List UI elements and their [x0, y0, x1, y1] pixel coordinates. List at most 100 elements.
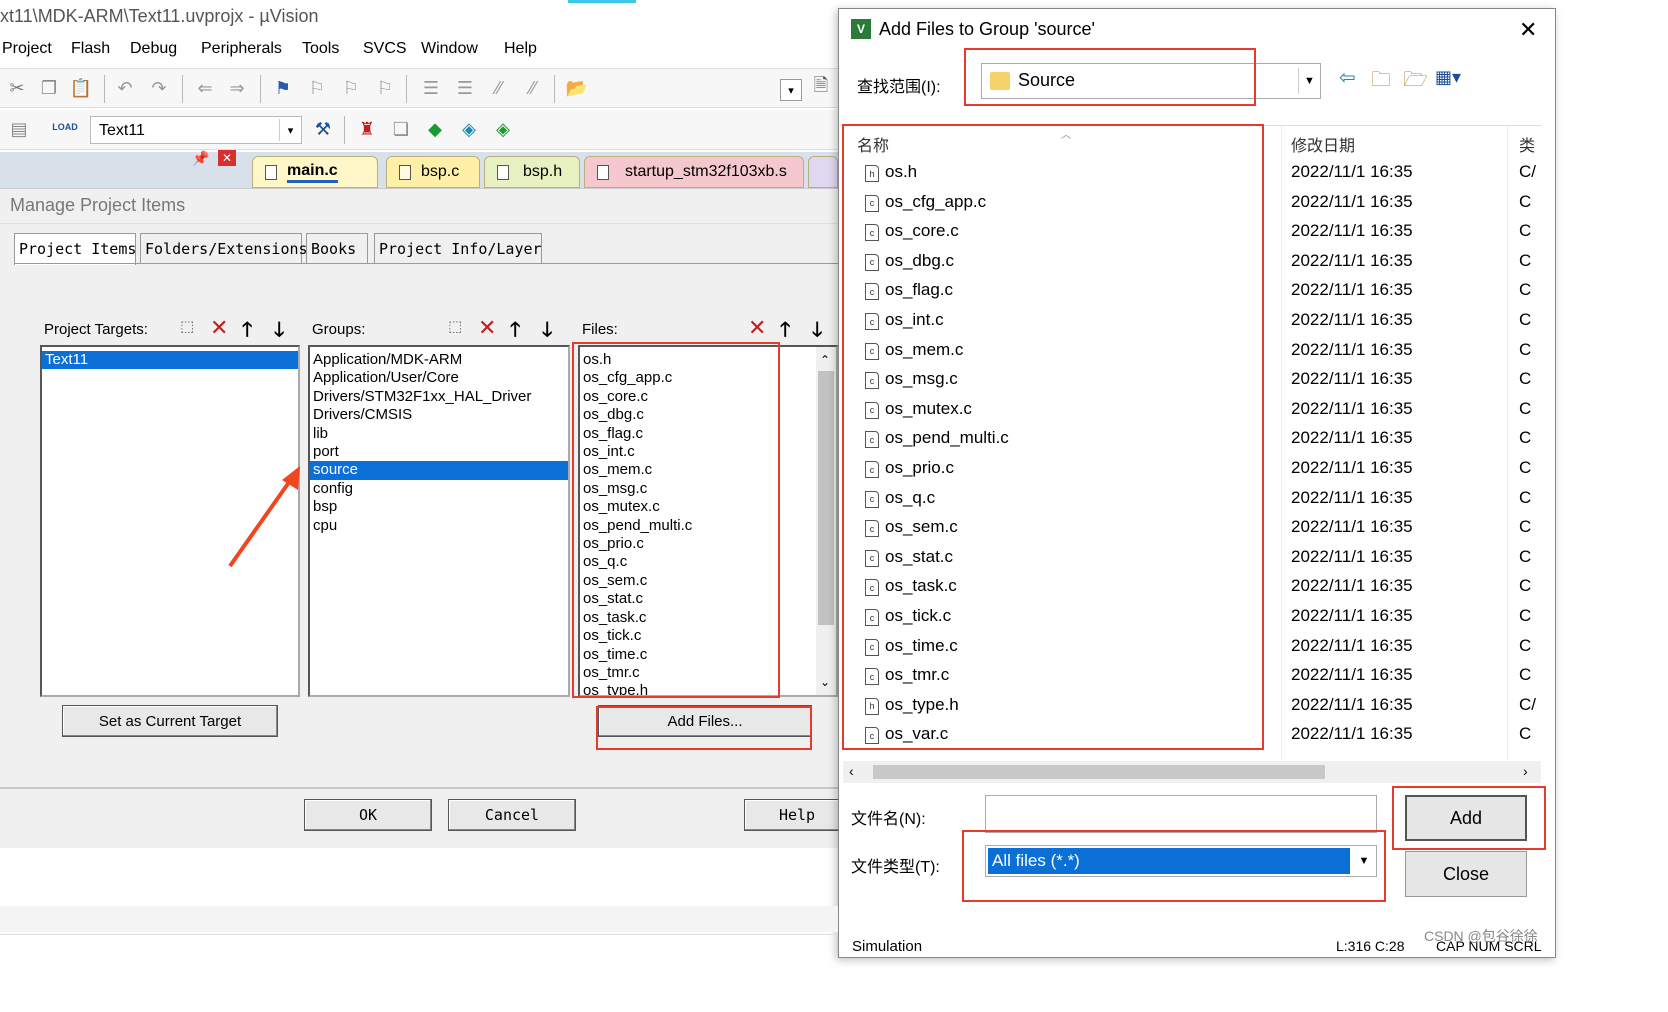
list-item[interactable]: os_q.c — [580, 553, 836, 571]
file-row[interactable]: c os_tick.c 2022/11/1 16:35 C — [843, 603, 1541, 633]
list-item[interactable]: config — [310, 480, 568, 498]
target-options-icon[interactable]: ⚒ — [310, 116, 336, 142]
files-list[interactable]: os.h os_cfg_app.c os_core.c os_dbg.c os_… — [578, 345, 838, 697]
list-item[interactable]: os_type.h — [580, 682, 836, 695]
target-select[interactable]: Text11 ▾ — [90, 116, 302, 144]
tab-more[interactable] — [808, 156, 838, 188]
cut-icon[interactable]: ✂ — [4, 75, 30, 101]
scrollbar-thumb[interactable] — [873, 765, 1325, 779]
list-item[interactable]: port — [310, 443, 568, 461]
list-item[interactable]: os_stat.c — [580, 590, 836, 608]
file-row[interactable]: c os_time.c 2022/11/1 16:35 C — [843, 633, 1541, 663]
file-row[interactable]: c os_task.c 2022/11/1 16:35 C — [843, 573, 1541, 603]
list-item[interactable]: os_cfg_app.c — [580, 369, 836, 387]
menu-svcs[interactable]: SVCS — [363, 40, 407, 58]
batch-build-icon[interactable]: ▤ — [6, 116, 32, 142]
unindent-icon[interactable]: ☰ — [452, 75, 478, 101]
select-packs-icon[interactable]: ◈ — [456, 116, 482, 142]
cancel-button[interactable]: Cancel — [448, 799, 576, 831]
bookmark-prev-icon[interactable]: ⚐ — [304, 75, 330, 101]
menu-debug[interactable]: Debug — [130, 40, 177, 58]
list-item[interactable]: os_task.c — [580, 609, 836, 627]
file-row[interactable]: c os_pend_multi.c 2022/11/1 16:35 C — [843, 425, 1541, 455]
file-row[interactable]: c os_mem.c 2022/11/1 16:35 C — [843, 337, 1541, 367]
list-item[interactable]: os_mem.c — [580, 461, 836, 479]
file-row[interactable]: c os_var.c 2022/11/1 16:35 C — [843, 721, 1541, 751]
list-item[interactable]: bsp — [310, 498, 568, 516]
list-item[interactable]: os_prio.c — [580, 535, 836, 553]
list-item[interactable]: os_dbg.c — [580, 406, 836, 424]
move-down-icon[interactable]: 🡓 — [542, 315, 552, 349]
move-down-icon[interactable]: 🡓 — [274, 315, 284, 349]
menu-project[interactable]: Project — [2, 40, 52, 58]
list-item[interactable]: os_int.c — [580, 443, 836, 461]
menu-flash[interactable]: Flash — [71, 40, 110, 58]
menu-peripherals[interactable]: Peripherals — [201, 40, 282, 58]
list-item[interactable]: Application/MDK-ARM — [310, 351, 568, 369]
close-icon[interactable]: ✕ — [218, 150, 236, 166]
tab-folders-extensions[interactable]: Folders/Extensions — [140, 233, 308, 263]
bookmark-next-icon[interactable]: ⚐ — [338, 75, 364, 101]
copy-icon[interactable]: ❐ — [36, 75, 62, 101]
back-arrow-icon[interactable]: ⇦ — [1339, 65, 1356, 90]
menu-window[interactable]: Window — [421, 40, 478, 58]
list-item[interactable]: lib — [310, 425, 568, 443]
scroll-left-icon[interactable]: ‹ — [849, 763, 854, 779]
pack-installer-icon[interactable]: ◆ — [422, 116, 448, 142]
file-row[interactable]: c os_msg.c 2022/11/1 16:35 C — [843, 366, 1541, 396]
view-menu-icon[interactable]: ▦▾ — [1435, 67, 1461, 88]
files-scrollbar[interactable]: ⌃ ⌄ — [816, 347, 836, 695]
filename-input[interactable] — [985, 795, 1377, 833]
column-date[interactable]: 修改日期 — [1291, 132, 1355, 156]
scrollbar-thumb[interactable] — [818, 371, 834, 625]
paste-icon[interactable]: 📋 — [68, 75, 94, 101]
scroll-up-icon[interactable]: ⌃ — [820, 351, 830, 369]
manage-project-items-icon[interactable]: ♜ — [354, 116, 380, 142]
list-item[interactable]: Application/User/Core — [310, 369, 568, 387]
look-in-select[interactable]: Source ▼ — [981, 63, 1321, 99]
list-item[interactable]: os_sem.c — [580, 572, 836, 590]
up-folder-icon[interactable]: 🗀 — [1371, 65, 1391, 99]
manage-rte-icon[interactable]: ◈ — [490, 116, 516, 142]
tab-bsp-h[interactable]: bsp.h — [484, 156, 580, 188]
file-row[interactable]: c os_mutex.c 2022/11/1 16:35 C — [843, 396, 1541, 426]
list-item[interactable]: os_pend_multi.c — [580, 517, 836, 535]
list-item[interactable]: Drivers/STM32F1xx_HAL_Driver — [310, 388, 568, 406]
tab-startup-s[interactable]: startup_stm32f103xb.s — [584, 156, 804, 188]
new-group-icon[interactable]: ⬚ — [448, 317, 472, 341]
new-target-icon[interactable]: ⬚ — [180, 317, 204, 341]
file-list[interactable]: 名称 ︿ 修改日期 类 h os.h 2022/11/1 16:35 C/c os_cf… — [843, 125, 1541, 760]
tab-books[interactable]: Books — [306, 233, 368, 263]
open-folder-icon[interactable]: 📂 — [564, 75, 590, 101]
filetype-select[interactable]: All files (*.*) ▼ — [985, 845, 1377, 877]
help-button[interactable]: Help — [744, 799, 850, 831]
bookmark-icon[interactable]: ⚑ — [270, 75, 296, 101]
nav-forward-icon[interactable]: ⇒ — [224, 75, 250, 101]
list-item[interactable]: os_tick.c — [580, 627, 836, 645]
list-item[interactable]: os_tmr.c — [580, 664, 836, 682]
add-button[interactable]: Add — [1405, 795, 1527, 841]
bookmark-clear-icon[interactable]: ⚐ — [372, 75, 398, 101]
file-row[interactable]: c os_core.c 2022/11/1 16:35 C — [843, 218, 1541, 248]
list-item[interactable]: os_core.c — [580, 388, 836, 406]
list-item[interactable]: os_mutex.c — [580, 498, 836, 516]
file-row[interactable]: c os_cfg_app.c 2022/11/1 16:35 C — [843, 189, 1541, 219]
tab-bsp-c[interactable]: bsp.c — [386, 156, 480, 188]
scroll-right-icon[interactable]: › — [1523, 763, 1528, 779]
list-item[interactable]: os_flag.c — [580, 425, 836, 443]
list-item-selected[interactable]: source — [310, 461, 568, 480]
file-row[interactable]: h os.h 2022/11/1 16:35 C/ — [843, 159, 1541, 189]
file-row[interactable]: c os_dbg.c 2022/11/1 16:35 C — [843, 248, 1541, 278]
tab-main-c[interactable]: main.c — [252, 156, 378, 188]
add-files-button[interactable]: Add Files... — [598, 705, 812, 737]
list-item[interactable]: os.h — [580, 351, 836, 369]
delete-target-icon[interactable]: ✕ — [210, 315, 228, 341]
comment-icon[interactable]: ⁄⁄ — [486, 75, 512, 101]
list-item[interactable]: os_time.c — [580, 646, 836, 664]
scroll-down-icon[interactable]: ⌄ — [820, 673, 830, 691]
file-row[interactable]: c os_prio.c 2022/11/1 16:35 C — [843, 455, 1541, 485]
horizontal-scrollbar[interactable]: ‹ › — [843, 761, 1541, 783]
groups-list[interactable]: Application/MDK-ARM Application/User/Cor… — [308, 345, 570, 697]
column-type[interactable]: 类 — [1519, 132, 1535, 156]
menu-tools[interactable]: Tools — [302, 40, 339, 58]
